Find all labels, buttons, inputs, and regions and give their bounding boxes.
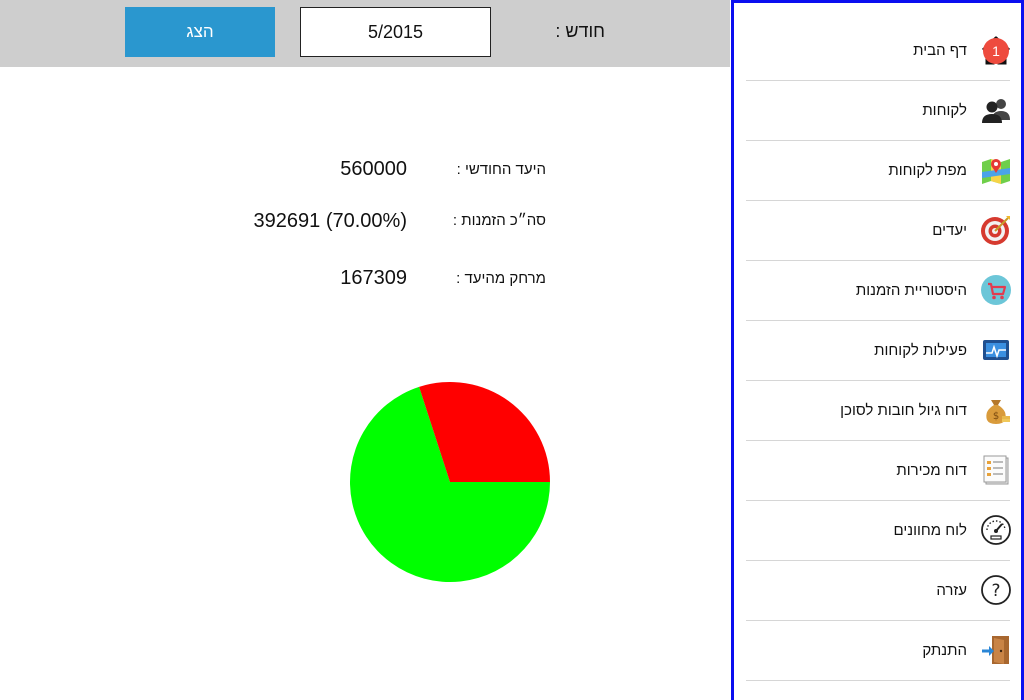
sidebar-item-label: לוח מחוונים — [893, 522, 967, 539]
monthly-target-value: 560000 — [340, 158, 407, 180]
sidebar-item-label: עזרה — [936, 582, 967, 599]
distance-from-target-value: 167309 — [340, 267, 407, 289]
notification-badge: 1 — [983, 38, 1009, 64]
sidebar-item-label: התנתק — [922, 642, 967, 659]
sidebar-menu: 1 דף הבית לקוחות מפת לקוחות יעדים היסטור… — [731, 0, 1024, 700]
money-bag-icon: $ — [986, 400, 1010, 424]
sidebar-item-debt-aging-report[interactable]: $ דוח גיול חובות לסוכן — [746, 380, 1010, 441]
month-label: חודש : — [555, 21, 605, 41]
sidebar-item-label: דוח גיול חובות לסוכן — [840, 402, 967, 419]
logout-icon — [982, 636, 1009, 664]
sidebar-item-customer-map[interactable]: מפת לקוחות — [746, 140, 1010, 201]
gauge-icon — [981, 515, 1011, 545]
activity-icon — [983, 340, 1009, 360]
svg-text:$: $ — [993, 411, 999, 422]
help-icon: ? — [981, 575, 1011, 605]
sidebar-item-targets[interactable]: יעדים — [746, 200, 1010, 261]
sidebar-item-label: דוח מכירות — [896, 462, 967, 479]
sidebar-item-label: יעדים — [932, 222, 967, 239]
users-icon — [982, 99, 1010, 123]
sidebar-item-label: דף הבית — [913, 42, 967, 59]
sidebar-item-label: היסטוריית הזמנות — [855, 282, 967, 299]
total-orders-value: 392691 (70.00%) — [253, 210, 407, 232]
target-pie-chart — [350, 382, 550, 582]
svg-text:?: ? — [991, 581, 1000, 601]
sidebar-item-help[interactable]: ? עזרה — [746, 560, 1011, 621]
map-icon — [982, 159, 1010, 184]
target-icon — [981, 216, 1010, 245]
sidebar-item-dashboard[interactable]: לוח מחוונים — [746, 500, 1011, 561]
sidebar-item-label: לקוחות — [922, 102, 967, 119]
monthly-target-label: היעד החודשי : — [456, 161, 546, 178]
top-bar: הצג 5/2015 חודש : — [0, 0, 730, 67]
report-icon — [983, 455, 1009, 485]
sidebar-item-sales-report[interactable]: דוח מכירות — [746, 440, 1010, 501]
sidebar-item-logout[interactable]: התנתק — [746, 620, 1010, 681]
sidebar-item-customer-activity[interactable]: פעילות לקוחות — [746, 320, 1010, 381]
total-orders-label: סה״כ הזמנות : — [452, 212, 546, 229]
sidebar-item-home[interactable]: 1 דף הבית — [746, 20, 1011, 81]
sidebar-item-customers[interactable]: לקוחות — [746, 80, 1010, 141]
month-input[interactable]: 5/2015 — [300, 7, 491, 57]
sidebar-item-order-history[interactable]: היסטוריית הזמנות — [746, 260, 1011, 321]
distance-from-target-label: מרחק מהיעד : — [456, 270, 546, 287]
sidebar-item-label: פעילות לקוחות — [874, 342, 967, 359]
show-button[interactable]: הצג — [125, 7, 275, 57]
cart-icon — [981, 275, 1011, 305]
sidebar-item-label: מפת לקוחות — [888, 162, 967, 179]
